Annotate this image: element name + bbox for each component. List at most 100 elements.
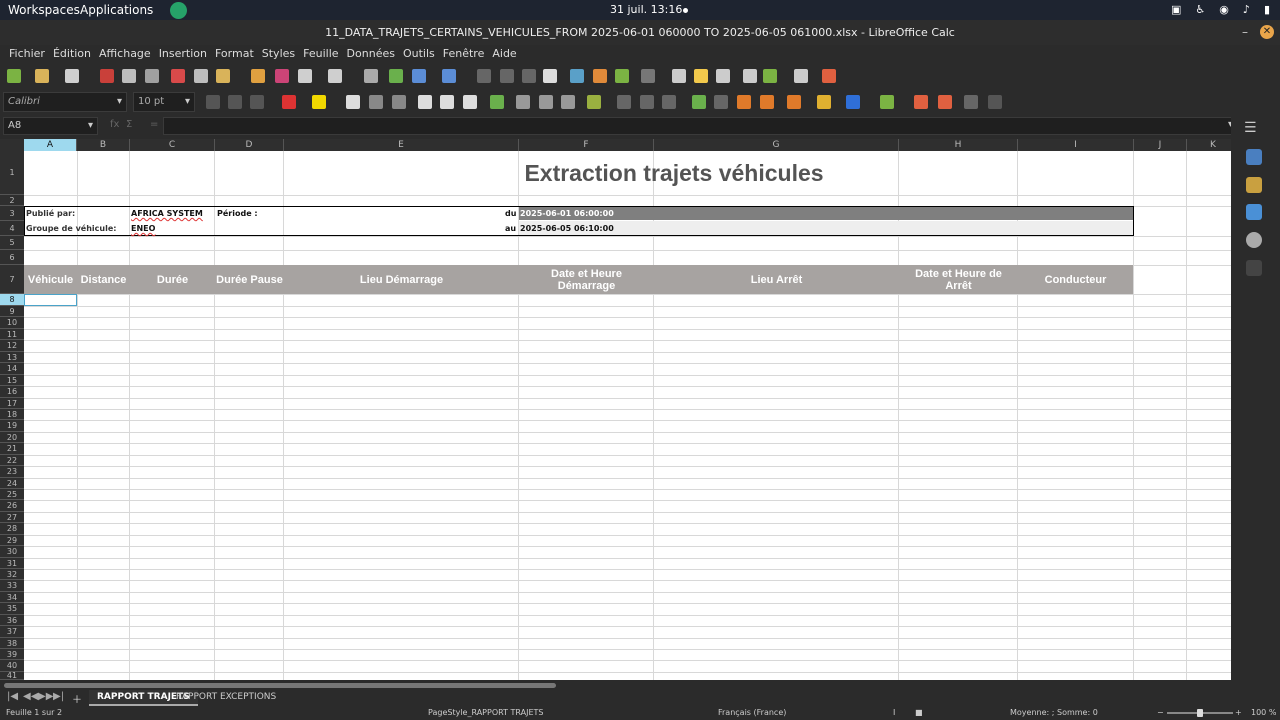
row-header[interactable]: 19 (0, 420, 24, 432)
zoom-out-icon[interactable]: − (1157, 706, 1164, 720)
headers-footers-icon[interactable] (716, 69, 730, 83)
row-header[interactable]: 23 (0, 466, 24, 478)
column-header-f[interactable]: F (519, 139, 654, 151)
open-folder-icon[interactable] (35, 69, 49, 83)
row-header[interactable]: 17 (0, 398, 24, 409)
column-header-e[interactable]: E (284, 139, 519, 151)
align-left-icon[interactable] (346, 95, 360, 109)
battery-icon[interactable]: ▮ (1264, 3, 1270, 16)
special-character-icon[interactable] (641, 69, 655, 83)
font-size-box[interactable]: 10 pt ▾ (133, 92, 195, 112)
align-center-icon[interactable] (369, 95, 383, 109)
border-color-icon[interactable] (817, 95, 831, 109)
print-icon[interactable] (122, 69, 136, 83)
row-header[interactable]: 24 (0, 478, 24, 489)
row-header[interactable]: 27 (0, 512, 24, 523)
row-header[interactable]: 36 (0, 615, 24, 626)
zoom-level[interactable]: 100 % (1251, 706, 1276, 720)
formula-icon[interactable]: = (150, 119, 158, 130)
define-print-area-icon[interactable] (743, 69, 757, 83)
column-header-c[interactable]: C (130, 139, 215, 151)
row-header[interactable]: 29 (0, 535, 24, 546)
font-color-icon[interactable] (282, 95, 296, 109)
sum-icon[interactable]: Σ (126, 119, 132, 130)
row-header[interactable]: 14 (0, 363, 24, 375)
row-header[interactable]: 33 (0, 580, 24, 592)
menu-fenetre[interactable]: Fenêtre (439, 45, 489, 63)
menu-insertion[interactable]: Insertion (155, 45, 211, 63)
zoom-slider-knob[interactable] (1197, 709, 1203, 717)
row-header[interactable]: 12 (0, 340, 24, 352)
merge-cells-icon[interactable] (516, 95, 530, 109)
next-sheet-icon[interactable]: ▶▶ (38, 691, 53, 702)
applications-button[interactable]: Applications (80, 3, 153, 17)
insert-chart-icon[interactable] (593, 69, 607, 83)
sort-descending-icon[interactable] (522, 69, 536, 83)
formula-input[interactable] (163, 117, 1238, 135)
clear-formatting-icon[interactable] (275, 69, 289, 83)
row-header[interactable]: 28 (0, 523, 24, 535)
menu-edition[interactable]: Édition (49, 45, 95, 63)
previous-sheet-icon[interactable]: ◀◀ (23, 691, 38, 702)
menu-styles[interactable]: Styles (258, 45, 299, 63)
decrease-indent-icon[interactable] (760, 95, 774, 109)
tab-rapport-exceptions[interactable]: RAPPORT EXCEPTIONS (168, 690, 284, 706)
sort-icon[interactable] (477, 69, 491, 83)
align-right-icon[interactable] (392, 95, 406, 109)
menu-donnees[interactable]: Données (343, 45, 399, 63)
insert-rows-icon[interactable] (914, 95, 928, 109)
distro-logo-icon[interactable] (170, 2, 187, 19)
row-icon[interactable] (412, 69, 426, 83)
unmerge-icon[interactable] (561, 95, 575, 109)
bold-icon[interactable] (206, 95, 220, 109)
show-draw-functions-icon[interactable] (822, 69, 836, 83)
row-header[interactable]: 22 (0, 455, 24, 466)
column-header-k[interactable]: K (1187, 139, 1231, 151)
row-header[interactable]: 34 (0, 592, 24, 603)
selection-sum[interactable]: Moyenne: ; Somme: 0 (1010, 706, 1098, 720)
row-header[interactable]: 5 (0, 236, 24, 250)
add-sheet-icon[interactable]: ＋ (72, 691, 82, 706)
column-header-b[interactable]: B (77, 139, 130, 151)
menu-format[interactable]: Format (211, 45, 258, 63)
underline-icon[interactable] (250, 95, 264, 109)
row-header[interactable]: 15 (0, 375, 24, 386)
row-header[interactable]: 18 (0, 409, 24, 420)
spelling-icon[interactable] (389, 69, 403, 83)
clone-formatting-icon[interactable] (251, 69, 265, 83)
screenshot-icon[interactable]: ▣ (1171, 3, 1181, 16)
menu-fichier[interactable]: Fichier (5, 45, 49, 63)
column-header-a[interactable]: A (24, 139, 77, 151)
highlight-color-icon[interactable] (312, 95, 326, 109)
menu-feuille[interactable]: Feuille (299, 45, 342, 63)
background-color-icon[interactable] (846, 95, 860, 109)
row-header[interactable]: 9 (0, 306, 24, 317)
copy-icon[interactable] (194, 69, 208, 83)
selected-cell-a8[interactable] (24, 294, 77, 306)
autofilter-icon[interactable] (543, 69, 557, 83)
row-header[interactable]: 11 (0, 329, 24, 340)
row-header[interactable]: 41 (0, 672, 24, 680)
properties-icon[interactable] (1246, 149, 1262, 165)
percent-format-icon[interactable] (617, 95, 631, 109)
save-icon[interactable] (65, 69, 79, 83)
menu-outils[interactable]: Outils (399, 45, 439, 63)
column-header-d[interactable]: D (215, 139, 284, 151)
freeze-rows-columns-icon[interactable] (763, 69, 777, 83)
insert-columns-icon[interactable] (938, 95, 952, 109)
minimize-icon[interactable]: – (1242, 20, 1248, 45)
row-header[interactable]: 6 (0, 250, 24, 265)
currency-format-icon[interactable] (587, 95, 601, 109)
borders-icon[interactable] (787, 95, 801, 109)
page-style[interactable]: PageStyle_RAPPORT TRAJETS (428, 706, 544, 720)
align-top-icon[interactable] (418, 95, 432, 109)
row-header[interactable]: 35 (0, 603, 24, 615)
column-icon[interactable] (442, 69, 456, 83)
split-window-icon[interactable] (794, 69, 808, 83)
italic-icon[interactable] (228, 95, 242, 109)
row-header[interactable]: 26 (0, 500, 24, 512)
hyperlink-icon[interactable] (672, 69, 686, 83)
sort-ascending-icon[interactable] (500, 69, 514, 83)
row-header[interactable]: 25 (0, 489, 24, 500)
horizontal-scroll-thumb[interactable] (4, 683, 556, 688)
